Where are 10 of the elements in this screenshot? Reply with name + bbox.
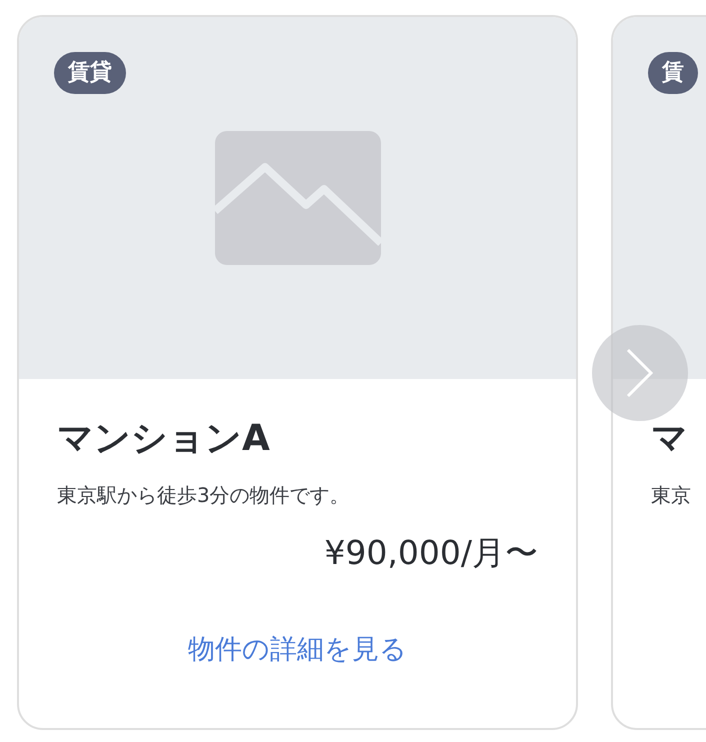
property-title: マ	[651, 417, 689, 460]
property-description: 東京	[651, 482, 692, 510]
rental-tag: 賃貸	[54, 52, 126, 94]
rental-tag: 賃	[648, 52, 698, 94]
property-title: マンションA	[57, 417, 271, 460]
rent-price: ¥90,000/月〜	[323, 532, 538, 574]
image-icon	[214, 131, 380, 265]
property-description: 東京駅から徒歩3分の物件です。	[57, 482, 351, 510]
details-link[interactable]: 物件の詳細を見る	[188, 631, 407, 668]
chevron-right-icon	[626, 348, 654, 398]
